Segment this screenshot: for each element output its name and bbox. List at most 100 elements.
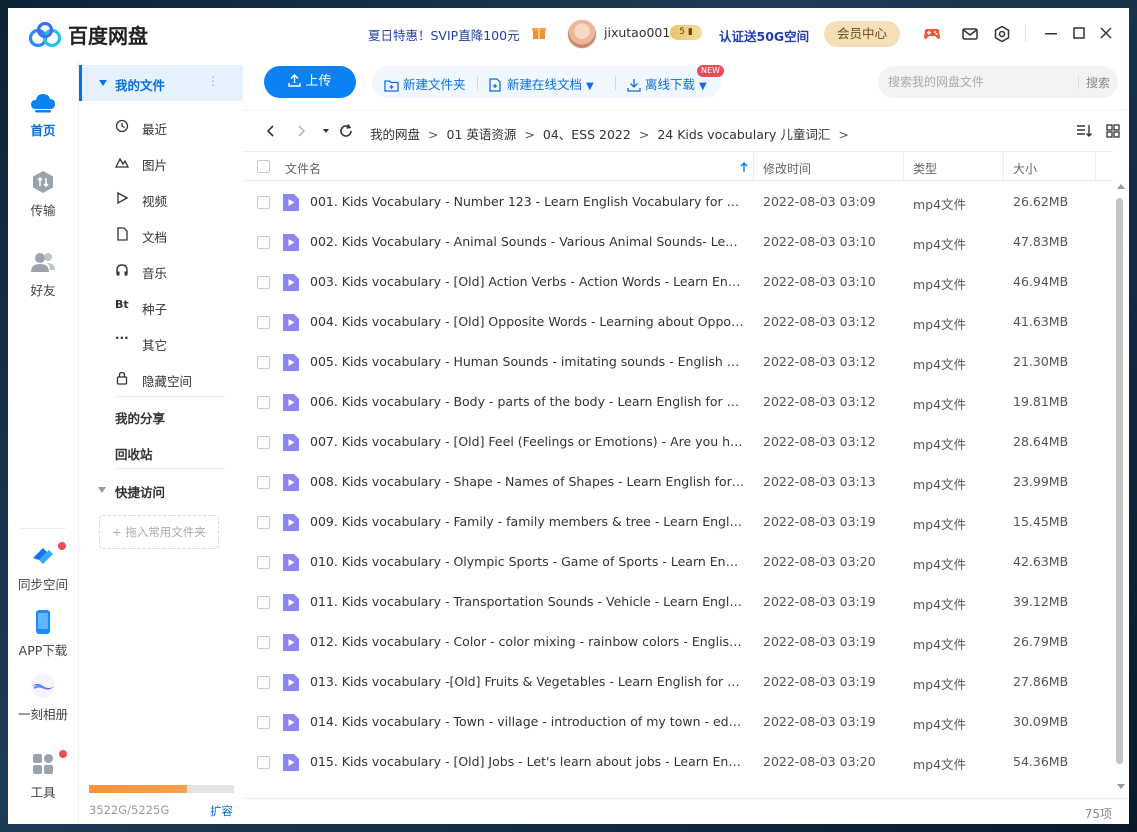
- sidebar-item-torrents[interactable]: Bt 种子: [79, 289, 243, 325]
- new-folder-button[interactable]: 新建文件夹: [384, 74, 466, 93]
- file-name[interactable]: 011. Kids vocabulary - Transportation So…: [310, 594, 745, 609]
- maximize-icon[interactable]: [1068, 22, 1090, 44]
- back-icon[interactable]: [263, 123, 279, 139]
- settings-icon[interactable]: [992, 24, 1012, 44]
- breadcrumb-item[interactable]: 04、ESS 2022: [543, 127, 631, 142]
- search-input[interactable]: [888, 73, 1073, 91]
- quick-access-header[interactable]: 快捷访问: [115, 482, 165, 501]
- minimize-icon[interactable]: [1040, 22, 1062, 44]
- file-name[interactable]: 008. Kids vocabulary - Shape - Names of …: [310, 474, 745, 489]
- file-name[interactable]: 010. Kids vocabulary - Olympic Sports - …: [310, 554, 745, 569]
- drop-folder-zone[interactable]: + 拖入常用文件夹: [99, 515, 219, 549]
- dropdown-arrow-icon[interactable]: ▼: [699, 81, 707, 92]
- file-name[interactable]: 006. Kids vocabulary - Body - parts of t…: [310, 394, 745, 409]
- search-button[interactable]: 搜索: [1086, 74, 1110, 91]
- row-checkbox[interactable]: [257, 396, 270, 409]
- sidebar-item-recent[interactable]: 最近: [79, 109, 243, 145]
- game-controller-icon[interactable]: [922, 24, 942, 44]
- breadcrumb-item[interactable]: 24 Kids vocabulary 儿童词汇: [657, 127, 830, 142]
- sidebar-item-images[interactable]: 图片: [79, 145, 243, 181]
- table-row[interactable]: 010. Kids vocabulary - Olympic Sports - …: [243, 542, 1113, 582]
- table-row[interactable]: 015. Kids vocabulary - [Old] Jobs - Let'…: [243, 742, 1113, 782]
- row-checkbox[interactable]: [257, 756, 270, 769]
- file-name[interactable]: 004. Kids vocabulary - [Old] Opposite Wo…: [310, 314, 745, 329]
- file-name[interactable]: 001. Kids Vocabulary - Number 123 - Lear…: [310, 194, 745, 209]
- more-vertical-icon[interactable]: ⋮: [207, 74, 219, 88]
- gift-icon[interactable]: [531, 24, 547, 40]
- new-online-doc-button[interactable]: 新建在线文档 ▼: [488, 74, 594, 93]
- quick-access-arrow-icon[interactable]: [98, 487, 106, 493]
- column-header-name[interactable]: 文件名: [285, 160, 321, 177]
- scrollbar-thumb[interactable]: [1116, 198, 1123, 764]
- username[interactable]: jixutao001: [604, 25, 670, 40]
- row-checkbox[interactable]: [257, 476, 270, 489]
- forward-icon[interactable]: [293, 123, 309, 139]
- row-checkbox[interactable]: [257, 316, 270, 329]
- file-name[interactable]: 012. Kids vocabulary - Color - color mix…: [310, 634, 745, 649]
- sidebar-item-videos[interactable]: 视频: [79, 181, 243, 217]
- column-header-modified[interactable]: 修改时间: [763, 160, 811, 177]
- row-checkbox[interactable]: [257, 636, 270, 649]
- breadcrumb-item[interactable]: 我的网盘: [370, 127, 420, 142]
- close-icon[interactable]: [1095, 22, 1117, 44]
- rail-friends[interactable]: 好友: [8, 248, 78, 299]
- row-checkbox[interactable]: [257, 556, 270, 569]
- row-checkbox[interactable]: [257, 236, 270, 249]
- table-row[interactable]: 012. Kids vocabulary - Color - color mix…: [243, 622, 1113, 662]
- table-row[interactable]: 001. Kids Vocabulary - Number 123 - Lear…: [243, 182, 1113, 222]
- table-row[interactable]: 013. Kids vocabulary -[Old] Fruits & Veg…: [243, 662, 1113, 702]
- row-checkbox[interactable]: [257, 516, 270, 529]
- user-avatar[interactable]: [567, 19, 597, 49]
- rail-album[interactable]: 一刻相册: [8, 672, 78, 723]
- file-name[interactable]: 005. Kids vocabulary - Human Sounds - im…: [310, 354, 745, 369]
- history-dropdown-icon[interactable]: [318, 123, 334, 139]
- row-checkbox[interactable]: [257, 716, 270, 729]
- table-row[interactable]: 011. Kids vocabulary - Transportation So…: [243, 582, 1113, 622]
- rail-app-download[interactable]: APP下载: [8, 608, 78, 659]
- table-row[interactable]: 005. Kids vocabulary - Human Sounds - im…: [243, 342, 1113, 382]
- rail-home[interactable]: 首页: [8, 88, 78, 139]
- file-name[interactable]: 002. Kids Vocabulary - Animal Sounds - V…: [310, 234, 745, 249]
- column-header-size[interactable]: 大小: [1013, 160, 1037, 177]
- row-checkbox[interactable]: [257, 596, 270, 609]
- expand-storage-link[interactable]: 扩容: [210, 803, 233, 819]
- refresh-icon[interactable]: [338, 123, 354, 139]
- row-checkbox[interactable]: [257, 276, 270, 289]
- file-name[interactable]: 014. Kids vocabulary - Town - village - …: [310, 714, 745, 729]
- collapse-arrow-icon[interactable]: [99, 80, 107, 86]
- sort-ascending-icon[interactable]: [739, 161, 749, 173]
- file-name[interactable]: 003. Kids vocabulary - [Old] Action Verb…: [310, 274, 745, 289]
- my-files-header[interactable]: 我的文件 ⋮: [79, 65, 243, 101]
- table-row[interactable]: 008. Kids vocabulary - Shape - Names of …: [243, 462, 1113, 502]
- mail-icon[interactable]: [960, 24, 980, 44]
- rail-tools[interactable]: 工具: [8, 750, 78, 801]
- upload-button[interactable]: 上传: [264, 66, 356, 98]
- column-header-type[interactable]: 类型: [913, 160, 937, 177]
- verify-promo-link[interactable]: 认证送50G空间: [719, 26, 809, 45]
- row-checkbox[interactable]: [257, 196, 270, 209]
- sidebar-item-my-share[interactable]: 我的分享: [115, 408, 165, 427]
- file-name[interactable]: 009. Kids vocabulary - Family - family m…: [310, 514, 745, 529]
- table-row[interactable]: 014. Kids vocabulary - Town - village - …: [243, 702, 1113, 742]
- breadcrumb-item[interactable]: 01 英语资源: [447, 127, 517, 142]
- sidebar-item-documents[interactable]: 文档: [79, 217, 243, 253]
- rail-transfer[interactable]: 传输: [8, 168, 78, 219]
- vertical-scrollbar[interactable]: [1114, 182, 1126, 800]
- table-row[interactable]: 004. Kids vocabulary - [Old] Opposite Wo…: [243, 302, 1113, 342]
- member-center-button[interactable]: 会员中心: [824, 21, 900, 47]
- table-row[interactable]: 003. Kids vocabulary - [Old] Action Verb…: [243, 262, 1113, 302]
- select-all-checkbox[interactable]: [257, 160, 270, 173]
- table-row[interactable]: 006. Kids vocabulary - Body - parts of t…: [243, 382, 1113, 422]
- grid-view-icon[interactable]: [1105, 123, 1121, 139]
- row-checkbox[interactable]: [257, 436, 270, 449]
- offline-download-button[interactable]: 离线下载 ▼: [627, 74, 707, 93]
- vip-level-badge[interactable]: 5 ▮: [670, 25, 702, 40]
- file-name[interactable]: 015. Kids vocabulary - [Old] Jobs - Let'…: [310, 754, 745, 769]
- row-checkbox[interactable]: [257, 676, 270, 689]
- sort-icon[interactable]: [1076, 123, 1092, 139]
- rail-sync-space[interactable]: 同步空间: [8, 542, 78, 593]
- sidebar-item-music[interactable]: 音乐: [79, 253, 243, 289]
- table-row[interactable]: 002. Kids Vocabulary - Animal Sounds - V…: [243, 222, 1113, 262]
- dropdown-arrow-icon[interactable]: ▼: [586, 81, 594, 92]
- sidebar-item-hidden-space[interactable]: 隐藏空间: [79, 361, 243, 397]
